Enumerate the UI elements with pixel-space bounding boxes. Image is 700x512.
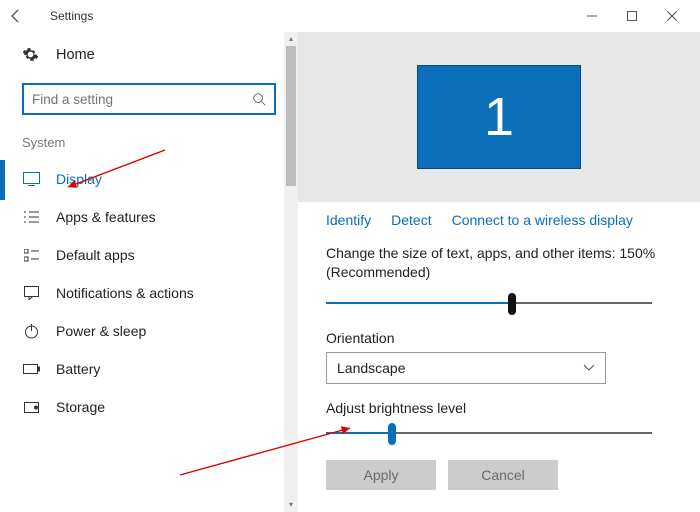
- display-links: Identify Detect Connect to a wireless di…: [326, 212, 672, 228]
- cancel-button[interactable]: Cancel: [448, 460, 558, 490]
- display-icon: [22, 172, 40, 186]
- nav-item-notifications[interactable]: Notifications & actions: [20, 274, 298, 312]
- search-icon: [252, 92, 266, 106]
- home-nav[interactable]: Home: [20, 40, 298, 75]
- power-icon: [22, 324, 40, 339]
- nav-item-display[interactable]: Display: [20, 160, 298, 198]
- gear-icon: [22, 46, 40, 63]
- orientation-label: Orientation: [326, 330, 672, 346]
- minimize-button[interactable]: [572, 2, 612, 30]
- orientation-select[interactable]: Landscape: [326, 352, 606, 384]
- brightness-slider[interactable]: [326, 422, 672, 446]
- nav-item-default-apps[interactable]: Default apps: [20, 236, 298, 274]
- chevron-down-icon: [583, 364, 595, 372]
- main-content: 1 Identify Detect Connect to a wireless …: [298, 32, 700, 512]
- nav-list: Display Apps & features Default apps Not…: [20, 160, 298, 426]
- monitor-number: 1: [484, 86, 514, 148]
- nav-item-storage[interactable]: Storage: [20, 388, 298, 426]
- sidebar-scrollbar[interactable]: ▴ ▾: [284, 32, 298, 512]
- window-title: Settings: [32, 9, 572, 23]
- nav-label: Display: [56, 171, 102, 187]
- display-preview: 1: [298, 32, 700, 202]
- nav-item-apps[interactable]: Apps & features: [20, 198, 298, 236]
- scale-slider-thumb[interactable]: [508, 293, 516, 315]
- section-label: System: [20, 129, 298, 160]
- nav-label: Notifications & actions: [56, 285, 194, 301]
- battery-icon: [22, 364, 40, 374]
- scale-label: Change the size of text, apps, and other…: [326, 244, 672, 282]
- identify-link[interactable]: Identify: [326, 212, 371, 228]
- close-button[interactable]: [652, 2, 692, 30]
- nav-label: Storage: [56, 399, 105, 415]
- notification-icon: [22, 286, 40, 300]
- scroll-up-button[interactable]: ▴: [284, 32, 298, 46]
- nav-label: Battery: [56, 361, 100, 377]
- search-field[interactable]: [32, 92, 252, 107]
- scroll-thumb[interactable]: [286, 46, 296, 186]
- nav-label: Power & sleep: [56, 323, 146, 339]
- monitor-thumbnail[interactable]: 1: [417, 65, 581, 169]
- scale-slider[interactable]: [326, 292, 672, 316]
- wireless-display-link[interactable]: Connect to a wireless display: [452, 212, 633, 228]
- back-button[interactable]: [8, 8, 32, 24]
- nav-item-power[interactable]: Power & sleep: [20, 312, 298, 350]
- maximize-button[interactable]: [612, 2, 652, 30]
- nav-item-battery[interactable]: Battery: [20, 350, 298, 388]
- storage-icon: [22, 402, 40, 413]
- sidebar: Home System Display Apps & features Defa…: [0, 32, 298, 512]
- nav-label: Default apps: [56, 247, 135, 263]
- titlebar: Settings: [0, 0, 700, 32]
- detect-link[interactable]: Detect: [391, 212, 431, 228]
- selection-indicator: [0, 160, 5, 200]
- list-icon: [22, 211, 40, 224]
- orientation-value: Landscape: [337, 360, 406, 376]
- search-input[interactable]: [22, 83, 276, 115]
- brightness-slider-thumb[interactable]: [388, 423, 396, 445]
- brightness-label: Adjust brightness level: [326, 400, 672, 416]
- home-label: Home: [56, 47, 95, 63]
- apply-button[interactable]: Apply: [326, 460, 436, 490]
- scroll-down-button[interactable]: ▾: [284, 498, 298, 512]
- grid-icon: [22, 249, 40, 262]
- nav-label: Apps & features: [56, 209, 156, 225]
